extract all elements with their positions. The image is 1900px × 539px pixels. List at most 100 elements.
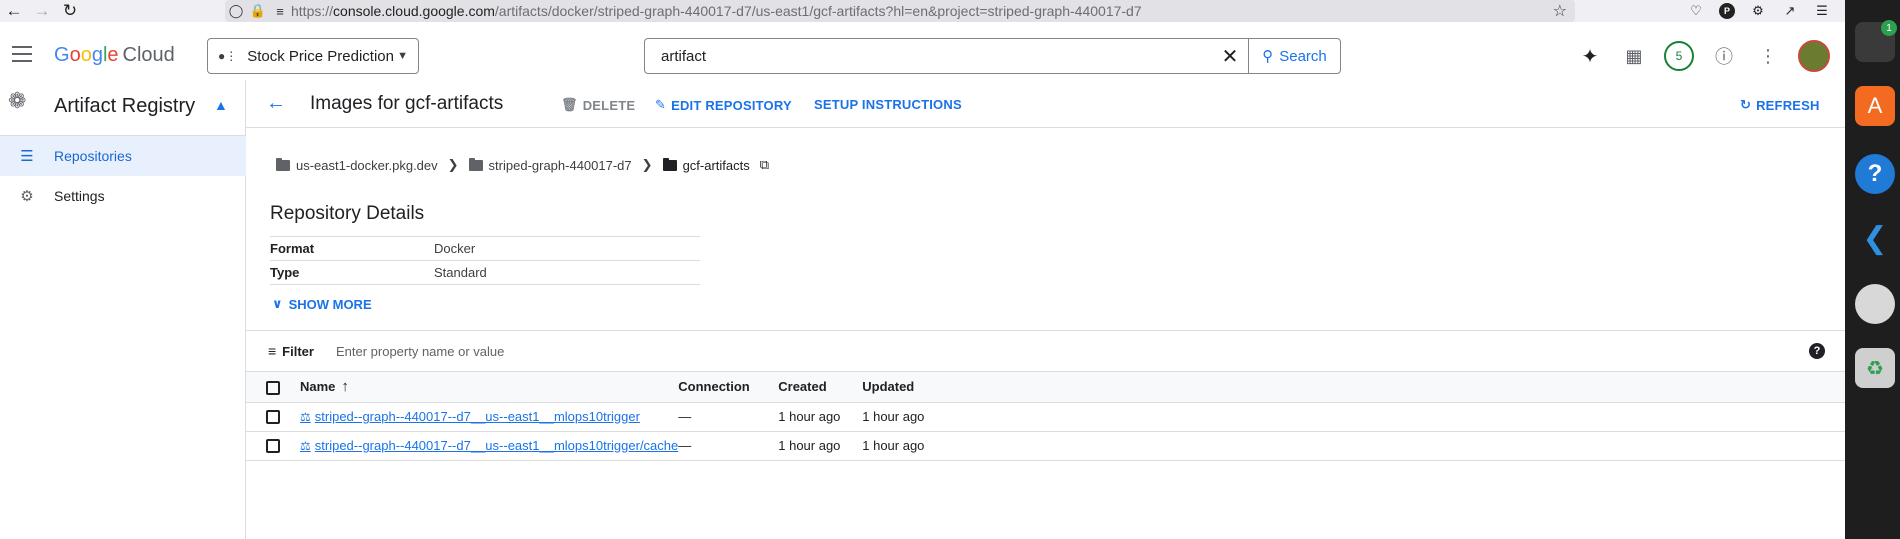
connection-cell: —: [678, 402, 779, 432]
copy-icon[interactable]: ⧉: [760, 157, 769, 173]
chevron-right-icon: ❯: [641, 157, 653, 172]
back-icon[interactable]: ←: [266, 92, 286, 115]
dock-badge: 1: [1881, 20, 1897, 36]
filter-input[interactable]: [335, 343, 736, 359]
repository-details-table: Format Docker Type Standard: [270, 236, 700, 285]
image-name: striped--graph--440017--d7__us--east1__m…: [314, 438, 679, 454]
product-name: Artifact Registry: [54, 95, 196, 117]
details-key: Format: [270, 236, 434, 261]
row-select-cell: [246, 402, 300, 432]
edit-repository-button[interactable]: ✎ EDIT REPOSITORY: [655, 97, 792, 113]
screen: ← → ↻ ◯ 🔒 ≡ https://console.cloud.google…: [0, 0, 1900, 539]
image-link[interactable]: ⚖ striped--graph--440017--d7__us--east1_…: [300, 438, 678, 453]
search-bar: artifact ✕ ⚲ Search: [644, 38, 1341, 74]
disc-icon[interactable]: [1855, 284, 1895, 324]
updated-cell: 1 hour ago: [862, 402, 973, 432]
image-name-cell: ⚖ striped--graph--440017--d7__us--east1_…: [300, 431, 679, 461]
repository-details-title: Repository Details: [270, 203, 425, 224]
sidebar-item-repositories[interactable]: ☰ Repositories: [0, 136, 246, 176]
menu-icon[interactable]: ☰: [1813, 2, 1831, 20]
table-row: ⚖ striped--graph--440017--d7__us--east1_…: [246, 402, 1845, 432]
main-content: ← Images for gcf-artifacts 🗑 DELETE ✎ ED…: [246, 80, 1845, 539]
logo-cloud-text: Cloud: [122, 44, 175, 66]
help-app-icon[interactable]: ?: [1855, 154, 1895, 194]
gemini-spark-icon[interactable]: ✦: [1576, 38, 1604, 74]
row-checkbox[interactable]: [266, 439, 280, 454]
sidebar-item-label: Repositories: [54, 148, 132, 164]
sidebar-item-settings[interactable]: ⚙ Settings: [0, 176, 246, 216]
forward-arrow-icon[interactable]: →: [28, 0, 56, 22]
chevron-right-icon: ❯: [447, 157, 459, 172]
trash-icon[interactable]: ♻: [1855, 348, 1895, 388]
search-button-label: Search: [1279, 47, 1327, 65]
main-menu-icon[interactable]: [12, 46, 32, 62]
column-header-created[interactable]: Created: [778, 372, 863, 403]
image-name-cell: ⚖ striped--graph--440017--d7__us--east1_…: [300, 402, 679, 432]
help-icon[interactable]: ⓘ: [1710, 38, 1738, 74]
more-vert-icon[interactable]: ⋮: [1754, 38, 1782, 74]
pin-icon[interactable]: ▲: [214, 97, 228, 113]
os-dock: 1 A ? ❮ ♻: [1845, 0, 1900, 539]
pocket-icon[interactable]: ♡: [1687, 2, 1705, 20]
breadcrumb-label: us-east1-docker.pkg.dev: [296, 157, 438, 173]
delete-button[interactable]: 🗑 DELETE: [561, 97, 635, 113]
column-header-name[interactable]: Name ↑: [300, 372, 679, 403]
table-row: ⚖ striped--graph--440017--d7__us--east1_…: [246, 431, 1845, 461]
bookmark-star-icon[interactable]: ☆: [1553, 1, 1567, 21]
edit-label: EDIT REPOSITORY: [671, 97, 792, 113]
sort-ascending-icon: ↑: [341, 378, 349, 396]
page-toolbar: ← Images for gcf-artifacts 🗑 DELETE ✎ ED…: [246, 80, 1845, 128]
url-scheme: https://: [291, 3, 334, 19]
browser-toolbar: ← → ↻ ◯ 🔒 ≡ https://console.cloud.google…: [0, 0, 1845, 22]
breadcrumb-host[interactable]: us-east1-docker.pkg.dev: [276, 157, 438, 173]
help-icon[interactable]: ?: [1809, 343, 1825, 359]
page-title: Images for gcf-artifacts: [310, 93, 504, 114]
chevron-down-icon: ▼: [397, 50, 408, 62]
details-value: Standard: [434, 260, 700, 285]
product-title-bar: ❁ Artifact Registry ▲: [0, 80, 246, 136]
google-cloud-logo[interactable]: Google Cloud: [54, 44, 175, 67]
setup-label: SETUP INSTRUCTIONS: [814, 97, 962, 112]
filter-icon: ≡: [268, 343, 277, 359]
artifact-registry-icon: ❁: [8, 88, 27, 113]
vscode-icon[interactable]: ❮: [1855, 218, 1895, 258]
image-link[interactable]: ⚖ striped--graph--440017--d7__us--east1_…: [300, 409, 640, 424]
project-picker[interactable]: ●⋮ Stock Price Prediction ▼: [207, 38, 419, 74]
reload-icon[interactable]: ↻: [56, 0, 84, 22]
breadcrumb-label: striped-graph-440017-d7: [488, 157, 632, 173]
software-center-icon[interactable]: A: [1855, 86, 1895, 126]
logo-letter: e: [107, 44, 119, 66]
pencil-icon: ✎: [655, 97, 667, 112]
refresh-button[interactable]: ↻ REFRESH: [1740, 97, 1820, 113]
search-icon: ⚲: [1262, 48, 1274, 65]
permissions-icon[interactable]: ≡: [269, 4, 291, 19]
cloud-shell-icon[interactable]: ▦: [1620, 38, 1648, 74]
row-filler: [972, 431, 1845, 461]
row-checkbox[interactable]: [266, 410, 280, 425]
column-header-connection[interactable]: Connection: [678, 372, 779, 403]
clear-icon[interactable]: ✕: [1212, 44, 1248, 69]
project-name: Stock Price Prediction: [247, 47, 394, 65]
filter-bar: ≡ Filter ?: [246, 330, 1845, 372]
notifications-badge[interactable]: 5: [1664, 41, 1694, 71]
column-header-updated[interactable]: Updated: [862, 372, 973, 403]
row-select-cell: [246, 431, 300, 461]
files-app-icon[interactable]: 1: [1855, 20, 1897, 62]
profile-avatar[interactable]: P: [1719, 3, 1735, 19]
extensions-icon[interactable]: ⚙: [1749, 2, 1767, 20]
search-input[interactable]: artifact: [645, 48, 1212, 65]
trash-can-icon: 🗑: [561, 97, 578, 112]
setup-instructions-button[interactable]: SETUP INSTRUCTIONS: [814, 97, 962, 112]
back-arrow-icon[interactable]: ←: [0, 0, 28, 22]
address-bar[interactable]: ◯ 🔒 ≡ https://console.cloud.google.com/a…: [225, 0, 1575, 22]
account-avatar[interactable]: [1798, 40, 1830, 72]
list-icon: ☰: [20, 148, 34, 165]
share-icon[interactable]: ↗: [1781, 2, 1799, 20]
show-more-button[interactable]: ∨ SHOW MORE: [272, 296, 372, 312]
connection-cell: —: [678, 431, 779, 461]
search-button[interactable]: ⚲ Search: [1248, 39, 1340, 73]
folder-icon: [468, 157, 483, 171]
breadcrumb-project[interactable]: striped-graph-440017-d7: [468, 157, 632, 173]
select-all-checkbox[interactable]: [266, 380, 280, 395]
shield-icon: ◯: [228, 3, 244, 18]
